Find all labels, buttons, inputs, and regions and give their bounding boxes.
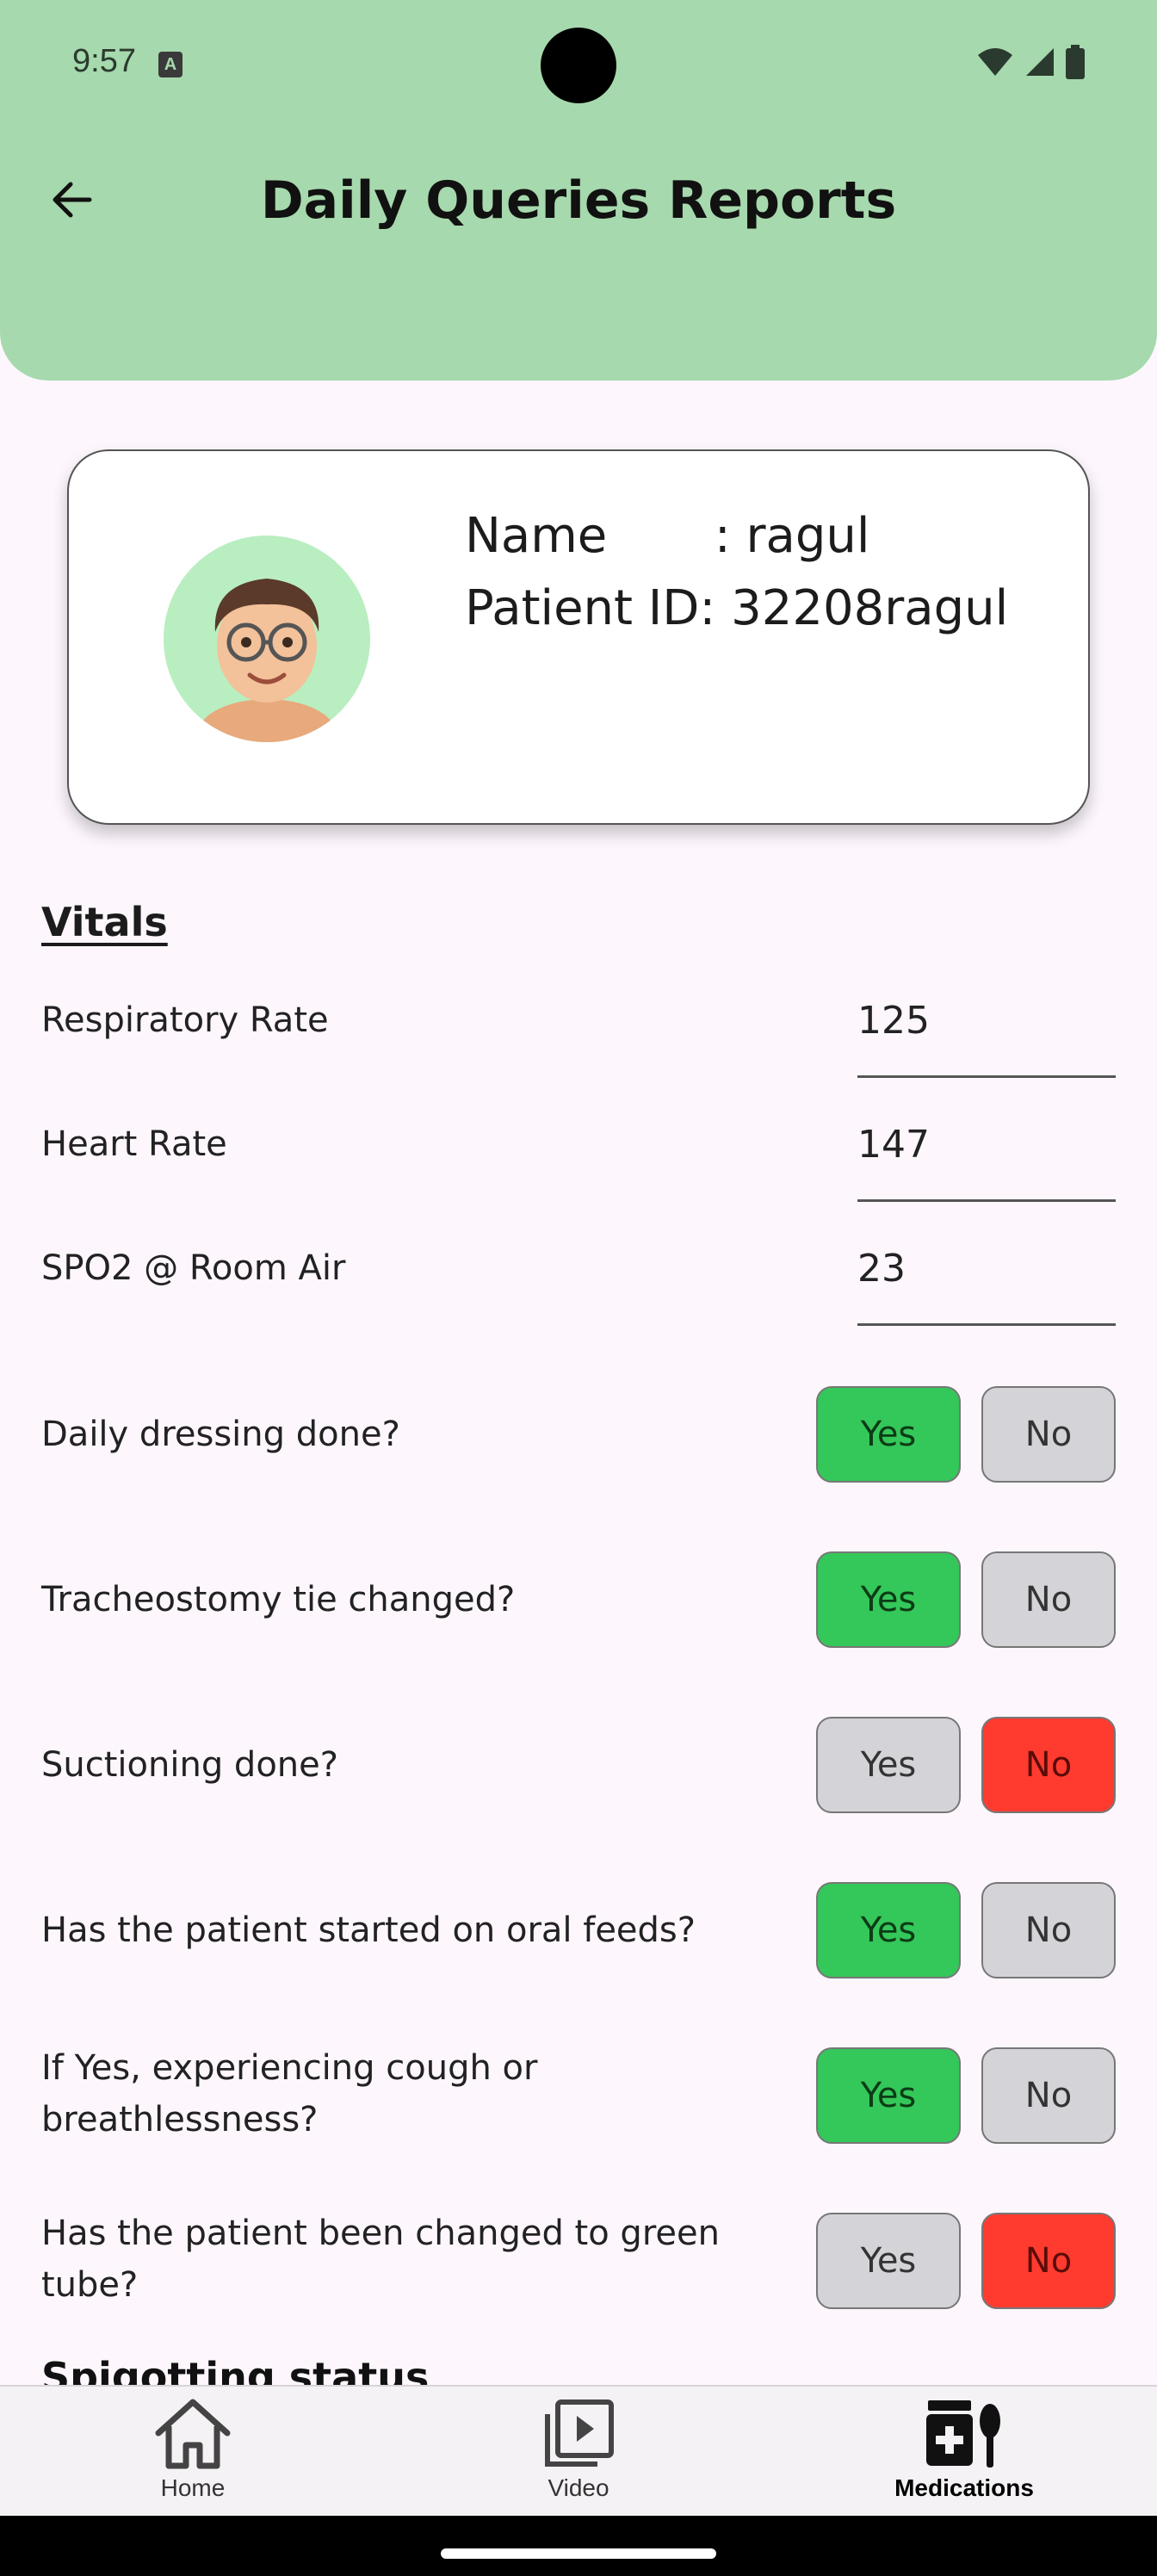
question-label: Has the patient been changed to green tu…	[41, 2214, 720, 2305]
question-suctioning: Suctioning done? Yes No	[41, 1717, 1116, 1846]
vital-row-respiratory-rate: Respiratory Rate 125	[41, 992, 1116, 1095]
home-icon	[155, 2399, 231, 2469]
vital-label: SPO2 @ Room Air	[41, 1248, 346, 1288]
question-label: Has the patient started on oral feeds?	[41, 1910, 696, 1950]
nav-video-label: Video	[548, 2474, 609, 2501]
yes-no-group: Yes No	[816, 1551, 1116, 1648]
no-button[interactable]: No	[981, 1386, 1116, 1483]
status-time: 9:57	[72, 43, 136, 79]
heart-rate-input[interactable]: 147	[857, 1116, 1116, 1202]
nav-home-label: Home	[160, 2474, 226, 2501]
yes-no-group: Yes No	[816, 1882, 1116, 1978]
yes-button[interactable]: Yes	[816, 2213, 961, 2309]
yes-no-group: Yes No	[816, 1386, 1116, 1483]
yes-no-group: Yes No	[816, 1717, 1116, 1813]
question-oral-feeds: Has the patient started on oral feeds? Y…	[41, 1882, 1116, 2011]
yes-button[interactable]: Yes	[816, 1551, 961, 1648]
vital-label: Respiratory Rate	[41, 1000, 329, 1040]
no-button[interactable]: No	[981, 2213, 1116, 2309]
no-button[interactable]: No	[981, 2047, 1116, 2144]
question-label: If Yes, experiencing cough or breathless…	[41, 2048, 538, 2139]
medications-icon	[926, 2400, 1000, 2468]
yes-no-group: Yes No	[816, 2213, 1116, 2309]
question-label: Tracheostomy tie changed?	[41, 1580, 516, 1619]
patient-avatar	[164, 536, 370, 742]
spo2-input[interactable]: 23	[857, 1240, 1116, 1326]
yes-button[interactable]: Yes	[816, 1717, 961, 1813]
patient-id: Patient ID: 32208ragul	[465, 580, 1009, 636]
wifi-icon	[978, 48, 1012, 76]
vital-label: Heart Rate	[41, 1124, 227, 1164]
status-icons	[976, 45, 1085, 79]
question-label: Suctioning done?	[41, 1745, 338, 1785]
vital-row-spo2: SPO2 @ Room Air 23	[41, 1240, 1116, 1343]
vital-row-heart-rate: Heart Rate 147	[41, 1116, 1116, 1219]
no-button[interactable]: No	[981, 1717, 1116, 1813]
yes-button[interactable]: Yes	[816, 2047, 961, 2144]
question-daily-dressing: Daily dressing done? Yes No	[41, 1386, 1116, 1515]
gesture-handle[interactable]	[441, 2548, 716, 2559]
no-button[interactable]: No	[981, 1882, 1116, 1978]
video-library-icon	[545, 2400, 614, 2467]
yes-button[interactable]: Yes	[816, 1386, 961, 1483]
question-tracheostomy-tie: Tracheostomy tie changed? Yes No	[41, 1551, 1116, 1681]
patient-name: Name : ragul	[465, 508, 870, 564]
notification-badge-icon: A	[158, 52, 183, 77]
patient-card: Name : ragul Patient ID: 32208ragul	[67, 449, 1090, 825]
bottom-navigation: Home Video Medications	[0, 2385, 1157, 2516]
camera-cutout	[541, 28, 616, 103]
page-title: Daily Queries Reports	[260, 170, 897, 231]
yes-no-group: Yes No	[816, 2047, 1116, 2144]
avatar-face-icon	[198, 579, 336, 742]
vitals-section-title: Vitals	[41, 899, 168, 945]
question-green-tube: Has the patient been changed to green tu…	[41, 2213, 1116, 2342]
yes-button[interactable]: Yes	[816, 1882, 961, 1978]
nav-home[interactable]: Home	[107, 2387, 279, 2517]
app-header: 9:57 A Daily Queries Reports	[0, 0, 1157, 381]
nav-video[interactable]: Video	[492, 2387, 665, 2517]
system-gesture-area	[0, 2516, 1157, 2576]
no-button[interactable]: No	[981, 1551, 1116, 1648]
nav-medications[interactable]: Medications	[861, 2387, 1067, 2517]
signal-icon	[1026, 48, 1054, 76]
respiratory-rate-input[interactable]: 125	[857, 992, 1116, 1078]
battery-icon	[1066, 45, 1085, 79]
nav-medications-label: Medications	[894, 2474, 1034, 2501]
question-label: Daily dressing done?	[41, 1415, 400, 1454]
question-cough-breathlessness: If Yes, experiencing cough or breathless…	[41, 2047, 1116, 2177]
